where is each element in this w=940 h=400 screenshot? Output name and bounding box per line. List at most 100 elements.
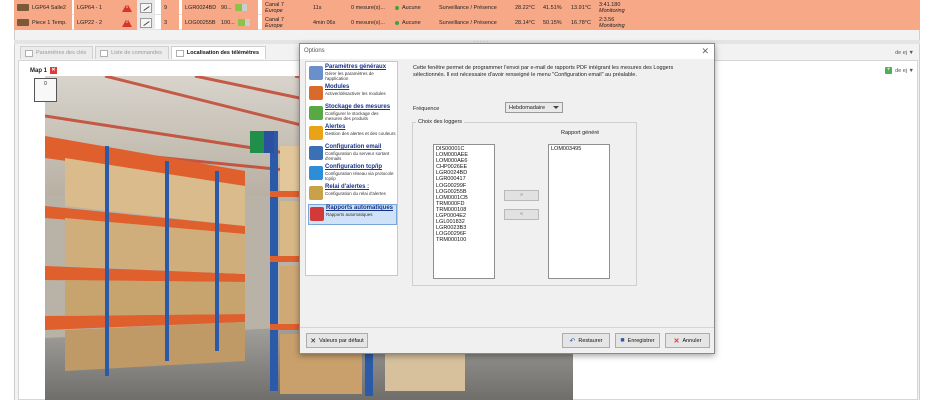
- value2-cell[interactable]: 41.51%: [540, 0, 568, 15]
- mode-cell[interactable]: Surveillance / Présence: [436, 0, 512, 15]
- status-cell[interactable]: 3:41.180 Monitoring: [596, 0, 640, 15]
- description-text: Cette fenêtre permet de programmer l'env…: [413, 65, 674, 78]
- magnifier-icon: [309, 66, 323, 80]
- tool-cell[interactable]: [137, 15, 155, 30]
- channel-cell[interactable]: Canal 7 Europe: [262, 0, 310, 15]
- count-cell-text: 3: [164, 19, 168, 26]
- logger-name-cell[interactable]: LGP64 Salle2: [14, 0, 72, 15]
- nav-item-desc: Configuration du serveur sortant d'email…: [325, 151, 390, 161]
- table-row[interactable]: Piece 1 Temp. LGP22 - 2 3 LOG00255B 100... Ca…: [14, 15, 920, 30]
- add-map-label: de ej ▼: [895, 67, 914, 74]
- restore-label: Restaurer: [578, 337, 603, 344]
- frequency-select[interactable]: Hebdomadaire: [505, 102, 563, 113]
- defaults-button[interactable]: ✕ Valeurs par défaut: [306, 333, 368, 348]
- tab-key-settings[interactable]: Paramètres des clés: [20, 46, 94, 59]
- channel-cell[interactable]: Canal 7 Europe: [262, 15, 310, 30]
- nav-item-text: Relai d'alertes : Configuration du relai …: [325, 184, 386, 205]
- close-icon[interactable]: ✕: [50, 67, 58, 74]
- bottom-tabs: Paramètres des clés Liste de commandes L…: [20, 46, 268, 60]
- count-cell[interactable]: 9: [161, 0, 179, 15]
- nav-item[interactable]: Configuration email Configuration du serv…: [308, 144, 397, 165]
- tool-icon[interactable]: [140, 17, 152, 28]
- tab-telemeter-location[interactable]: Localisation des télémètres: [170, 46, 267, 59]
- status-cell[interactable]: 2:3.56 Monitoring: [596, 15, 640, 30]
- report-icon: [310, 207, 324, 221]
- nav-item[interactable]: Modules Activer/désactiver les modules: [308, 84, 397, 105]
- cancel-button[interactable]: ✕ Annuler: [665, 333, 710, 348]
- signal-icon: [237, 19, 250, 26]
- status-cell-sub: Monitoring: [599, 22, 625, 29]
- close-icon[interactable]: ✕: [701, 46, 709, 57]
- add-icon[interactable]: +: [885, 67, 893, 74]
- value2-cell[interactable]: 50.15%: [540, 15, 568, 30]
- logger-id-cell[interactable]: LGP64 - 1: [74, 0, 119, 15]
- measures-cell[interactable]: 0 mesure(s)...: [348, 0, 392, 15]
- value1-cell-text: 28.22°C: [515, 4, 535, 11]
- nav-item[interactable]: Configuration tcp/ip Configuration réseau…: [308, 164, 397, 185]
- nav-item[interactable]: Stockage des mesures Configurer le stocka…: [308, 104, 397, 125]
- filler-cell[interactable]: [640, 0, 920, 15]
- value3-cell[interactable]: 16.78°C: [568, 15, 596, 30]
- alarm-cell[interactable]: Aucune: [392, 15, 436, 30]
- value3-cell[interactable]: 13.91°C: [568, 0, 596, 15]
- nav-item-title: Paramètres généraux: [325, 64, 387, 70]
- tab-label: Paramètres des clés: [36, 50, 87, 56]
- tab-command-list[interactable]: Liste de commandes: [95, 46, 169, 59]
- tool-cell[interactable]: [137, 0, 155, 15]
- warning-icon: [122, 3, 132, 12]
- signal-cell[interactable]: 90...: [218, 0, 258, 15]
- panel-options-dropdown[interactable]: de ej ▼: [895, 50, 914, 56]
- generated-loggers-list[interactable]: LOM003495: [548, 144, 610, 279]
- mode-cell-text: Surveillance / Présence: [439, 19, 497, 26]
- alarm-cell-text: Aucune: [402, 4, 421, 11]
- nav-item[interactable]: Rapports automatiques Rapports automatiqu…: [308, 204, 397, 225]
- map-tab[interactable]: Map 1 ✕: [30, 65, 58, 76]
- warning-cell[interactable]: [119, 15, 137, 30]
- move-right-button[interactable]: »: [504, 190, 539, 201]
- value1-cell-text: 28.14°C: [515, 19, 535, 26]
- mode-cell-text: Surveillance / Présence: [439, 4, 497, 11]
- warning-cell[interactable]: [119, 0, 137, 15]
- logger-name-cell[interactable]: Piece 1 Temp.: [14, 15, 72, 30]
- mode-cell[interactable]: Surveillance / Présence: [436, 15, 512, 30]
- available-loggers-list[interactable]: DIS00001C LOM000AEE LOM000AE6 CHP0026EE LGR0…: [433, 144, 495, 279]
- nav-item[interactable]: Alertes Gestion des alertes et des couleu…: [308, 124, 397, 145]
- channel-cell-sub: Europe: [265, 7, 283, 14]
- warning-icon: [309, 126, 323, 140]
- interval-cell[interactable]: 4min 06s: [310, 15, 348, 30]
- save-icon: ■: [620, 337, 625, 344]
- serial-cell[interactable]: LOG00255B: [182, 15, 218, 30]
- logger-id-cell[interactable]: LGP22 - 2: [74, 15, 119, 30]
- nav-item-desc: Rapports automatiques: [326, 212, 373, 217]
- serial-cell[interactable]: LGR0024BD: [182, 0, 218, 15]
- filler-cell[interactable]: [640, 15, 920, 30]
- signal-cell[interactable]: 100...: [218, 15, 258, 30]
- status-dot-icon: [395, 5, 399, 10]
- generated-option[interactable]: LOM003495: [551, 146, 607, 152]
- map-zoom-indicator[interactable]: 0: [34, 78, 57, 102]
- relay-icon: [309, 186, 323, 200]
- download-icon: [309, 106, 323, 120]
- count-cell[interactable]: 3: [161, 15, 179, 30]
- interval-cell[interactable]: 11s: [310, 0, 348, 15]
- logger-option[interactable]: TRM000100: [436, 237, 492, 243]
- options-dialog: Options ✕ Paramètres généraux Gérer les p…: [299, 43, 715, 354]
- value1-cell[interactable]: 28.22°C: [512, 0, 540, 15]
- nav-item[interactable]: Relai d'alertes : Configuration du relai …: [308, 184, 397, 205]
- nav-item-desc: Configurer le stockage des mesures des p…: [325, 111, 379, 121]
- cancel-icon: ✕: [673, 337, 680, 345]
- move-left-button[interactable]: «: [504, 209, 539, 220]
- value1-cell[interactable]: 28.14°C: [512, 15, 540, 30]
- add-map-control[interactable]: + de ej ▼: [885, 67, 914, 74]
- table-row[interactable]: LGP64 Salle2 LGP64 - 1 9 LGR0024BD 90... Cana…: [14, 0, 920, 15]
- tool-icon[interactable]: [140, 2, 152, 13]
- undo-icon: ↶: [569, 337, 576, 345]
- restore-button[interactable]: ↶ Restaurer: [562, 333, 610, 348]
- nav-item[interactable]: Paramètres généraux Gérer les paramètres …: [308, 64, 397, 85]
- cancel-label: Annuler: [682, 337, 702, 344]
- save-button[interactable]: ■ Enregistrer: [615, 333, 660, 348]
- measures-cell[interactable]: 0 mesure(s)...: [348, 15, 392, 30]
- alarm-cell[interactable]: Aucune: [392, 0, 436, 15]
- close-icon: ✕: [310, 337, 317, 345]
- zoom-value: 0: [44, 81, 47, 87]
